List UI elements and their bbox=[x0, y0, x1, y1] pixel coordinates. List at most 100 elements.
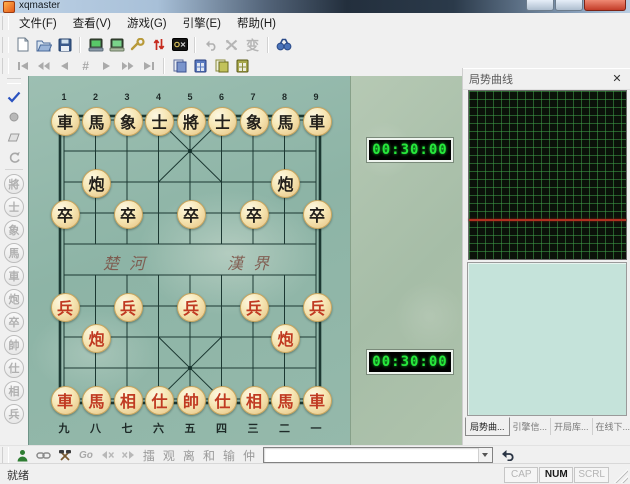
wrench-button[interactable] bbox=[127, 35, 148, 54]
chess-piece[interactable]: 車 bbox=[50, 106, 80, 136]
chess-piece[interactable]: 馬 bbox=[82, 106, 111, 136]
chess-piece[interactable]: 炮 bbox=[82, 168, 111, 198]
paste-position-button[interactable] bbox=[232, 57, 253, 76]
chess-piece[interactable]: 馬 bbox=[82, 385, 111, 415]
link-button[interactable] bbox=[33, 446, 54, 465]
combobox-dropdown-button[interactable] bbox=[477, 448, 492, 462]
resize-grip[interactable] bbox=[614, 469, 628, 483]
chess-piece[interactable]: 馬 bbox=[271, 106, 300, 136]
sidebar-piece-tool[interactable]: 卒 bbox=[4, 311, 24, 332]
board-device-button[interactable] bbox=[85, 35, 106, 54]
label-draw[interactable]: 和 bbox=[203, 447, 215, 464]
tools-button[interactable] bbox=[54, 446, 75, 465]
label-arena[interactable]: 擂 bbox=[143, 447, 155, 464]
panel-title-bar[interactable]: 局势曲线 ✕ bbox=[463, 68, 630, 90]
dot-tool-button[interactable] bbox=[4, 107, 25, 127]
first-move-button[interactable] bbox=[12, 57, 33, 76]
chess-piece[interactable]: 卒 bbox=[302, 199, 332, 229]
swap-button[interactable] bbox=[221, 35, 242, 54]
xiangqi-board[interactable]: 楚河 漢界 123456789九八七六五四三二一 車馬象士將士象馬車炮炮卒卒卒卒… bbox=[28, 76, 351, 445]
chess-piece[interactable]: 卒 bbox=[50, 199, 80, 229]
fast-forward-button[interactable] bbox=[117, 57, 138, 76]
sidebar-piece-tool[interactable]: 將 bbox=[4, 173, 24, 194]
chess-piece[interactable]: 相 bbox=[239, 385, 269, 415]
chess-piece[interactable]: 車 bbox=[302, 385, 332, 415]
chess-piece[interactable]: 象 bbox=[239, 106, 269, 136]
title-bar[interactable]: xqmaster bbox=[0, 0, 630, 13]
chess-piece[interactable]: 兵 bbox=[302, 292, 332, 322]
rotate-button[interactable] bbox=[4, 147, 25, 167]
search-button[interactable] bbox=[273, 35, 294, 54]
menu-help[interactable]: 帮助(H) bbox=[229, 13, 284, 33]
sidebar-piece-tool[interactable]: 士 bbox=[4, 196, 24, 217]
tab-situation-curve[interactable]: 局势曲... bbox=[465, 417, 510, 436]
copy-position-button[interactable] bbox=[190, 57, 211, 76]
menu-view[interactable]: 查看(V) bbox=[65, 13, 119, 33]
chess-piece[interactable]: 炮 bbox=[271, 168, 300, 198]
mute-right-button[interactable] bbox=[118, 446, 139, 465]
label-watch[interactable]: 观 bbox=[163, 447, 175, 464]
chess-piece[interactable]: 卒 bbox=[239, 199, 269, 229]
select-button[interactable] bbox=[4, 87, 25, 107]
chess-piece[interactable]: 帥 bbox=[176, 385, 206, 415]
chat-combobox[interactable] bbox=[262, 447, 493, 463]
flip-updown-button[interactable] bbox=[148, 35, 169, 54]
label-resign[interactable]: 输 bbox=[223, 447, 235, 464]
chess-piece[interactable]: 將 bbox=[176, 106, 206, 136]
chess-piece[interactable]: 士 bbox=[145, 106, 174, 136]
last-move-button[interactable] bbox=[138, 57, 159, 76]
sidebar-piece-tool[interactable]: 炮 bbox=[4, 288, 24, 309]
chess-piece[interactable]: 仕 bbox=[208, 385, 237, 415]
chess-piece[interactable]: 士 bbox=[208, 106, 237, 136]
menu-game[interactable]: 游戏(G) bbox=[119, 13, 175, 33]
tab-engine-info[interactable]: 引擎信... bbox=[510, 418, 552, 435]
tab-opening-book[interactable]: 开局库... bbox=[551, 418, 593, 435]
undo-back-button[interactable] bbox=[497, 446, 518, 465]
fast-back-button[interactable] bbox=[33, 57, 54, 76]
sidebar-piece-tool[interactable]: 帥 bbox=[4, 334, 24, 355]
chess-piece[interactable]: 炮 bbox=[82, 323, 111, 353]
eraser-button[interactable] bbox=[4, 127, 25, 147]
menu-engine[interactable]: 引擎(E) bbox=[175, 13, 229, 33]
sidebar-piece-tool[interactable]: 象 bbox=[4, 219, 24, 240]
panel-close-icon[interactable]: ✕ bbox=[609, 72, 625, 86]
chess-piece[interactable]: 馬 bbox=[271, 385, 300, 415]
forward-button[interactable] bbox=[96, 57, 117, 76]
chess-piece[interactable]: 車 bbox=[50, 385, 80, 415]
go-label[interactable]: Go bbox=[79, 450, 93, 461]
back-button[interactable] bbox=[54, 57, 75, 76]
label-leave[interactable]: 离 bbox=[183, 447, 195, 464]
chess-piece[interactable]: 兵 bbox=[113, 292, 143, 322]
chess-piece[interactable]: 卒 bbox=[176, 199, 206, 229]
sidebar-piece-tool[interactable]: 兵 bbox=[4, 403, 24, 424]
chess-piece[interactable]: 卒 bbox=[113, 199, 143, 229]
chess-piece[interactable]: 兵 bbox=[176, 292, 206, 322]
sidebar-piece-tool[interactable]: 相 bbox=[4, 380, 24, 401]
undo-button[interactable] bbox=[200, 35, 221, 54]
maximize-button[interactable] bbox=[555, 0, 583, 11]
paste-moves-button[interactable] bbox=[211, 57, 232, 76]
label-arbiter[interactable]: 仲 bbox=[243, 447, 255, 464]
open-file-button[interactable] bbox=[33, 35, 54, 54]
menu-file[interactable]: 文件(F) bbox=[11, 13, 65, 33]
board-device-alt-button[interactable] bbox=[106, 35, 127, 54]
engine-badge-button[interactable] bbox=[169, 35, 190, 54]
copy-moves-button[interactable] bbox=[169, 57, 190, 76]
minimize-button[interactable] bbox=[526, 0, 554, 11]
change-button[interactable]: 变 bbox=[242, 35, 263, 54]
save-file-button[interactable] bbox=[54, 35, 75, 54]
chess-piece[interactable]: 炮 bbox=[271, 323, 300, 353]
chess-piece[interactable]: 車 bbox=[302, 106, 332, 136]
chess-piece[interactable]: 兵 bbox=[239, 292, 269, 322]
chess-piece[interactable]: 相 bbox=[113, 385, 143, 415]
close-button[interactable] bbox=[584, 0, 626, 11]
move-number-button[interactable]: # bbox=[75, 57, 96, 76]
chess-piece[interactable]: 仕 bbox=[145, 385, 174, 415]
tab-online-play[interactable]: 在线下... bbox=[593, 418, 630, 435]
player-button[interactable] bbox=[12, 446, 33, 465]
sidebar-piece-tool[interactable]: 馬 bbox=[4, 242, 24, 263]
mute-left-button[interactable] bbox=[97, 446, 118, 465]
chess-piece[interactable]: 象 bbox=[113, 106, 143, 136]
sidebar-piece-tool[interactable]: 車 bbox=[4, 265, 24, 286]
chess-piece[interactable]: 兵 bbox=[50, 292, 80, 322]
